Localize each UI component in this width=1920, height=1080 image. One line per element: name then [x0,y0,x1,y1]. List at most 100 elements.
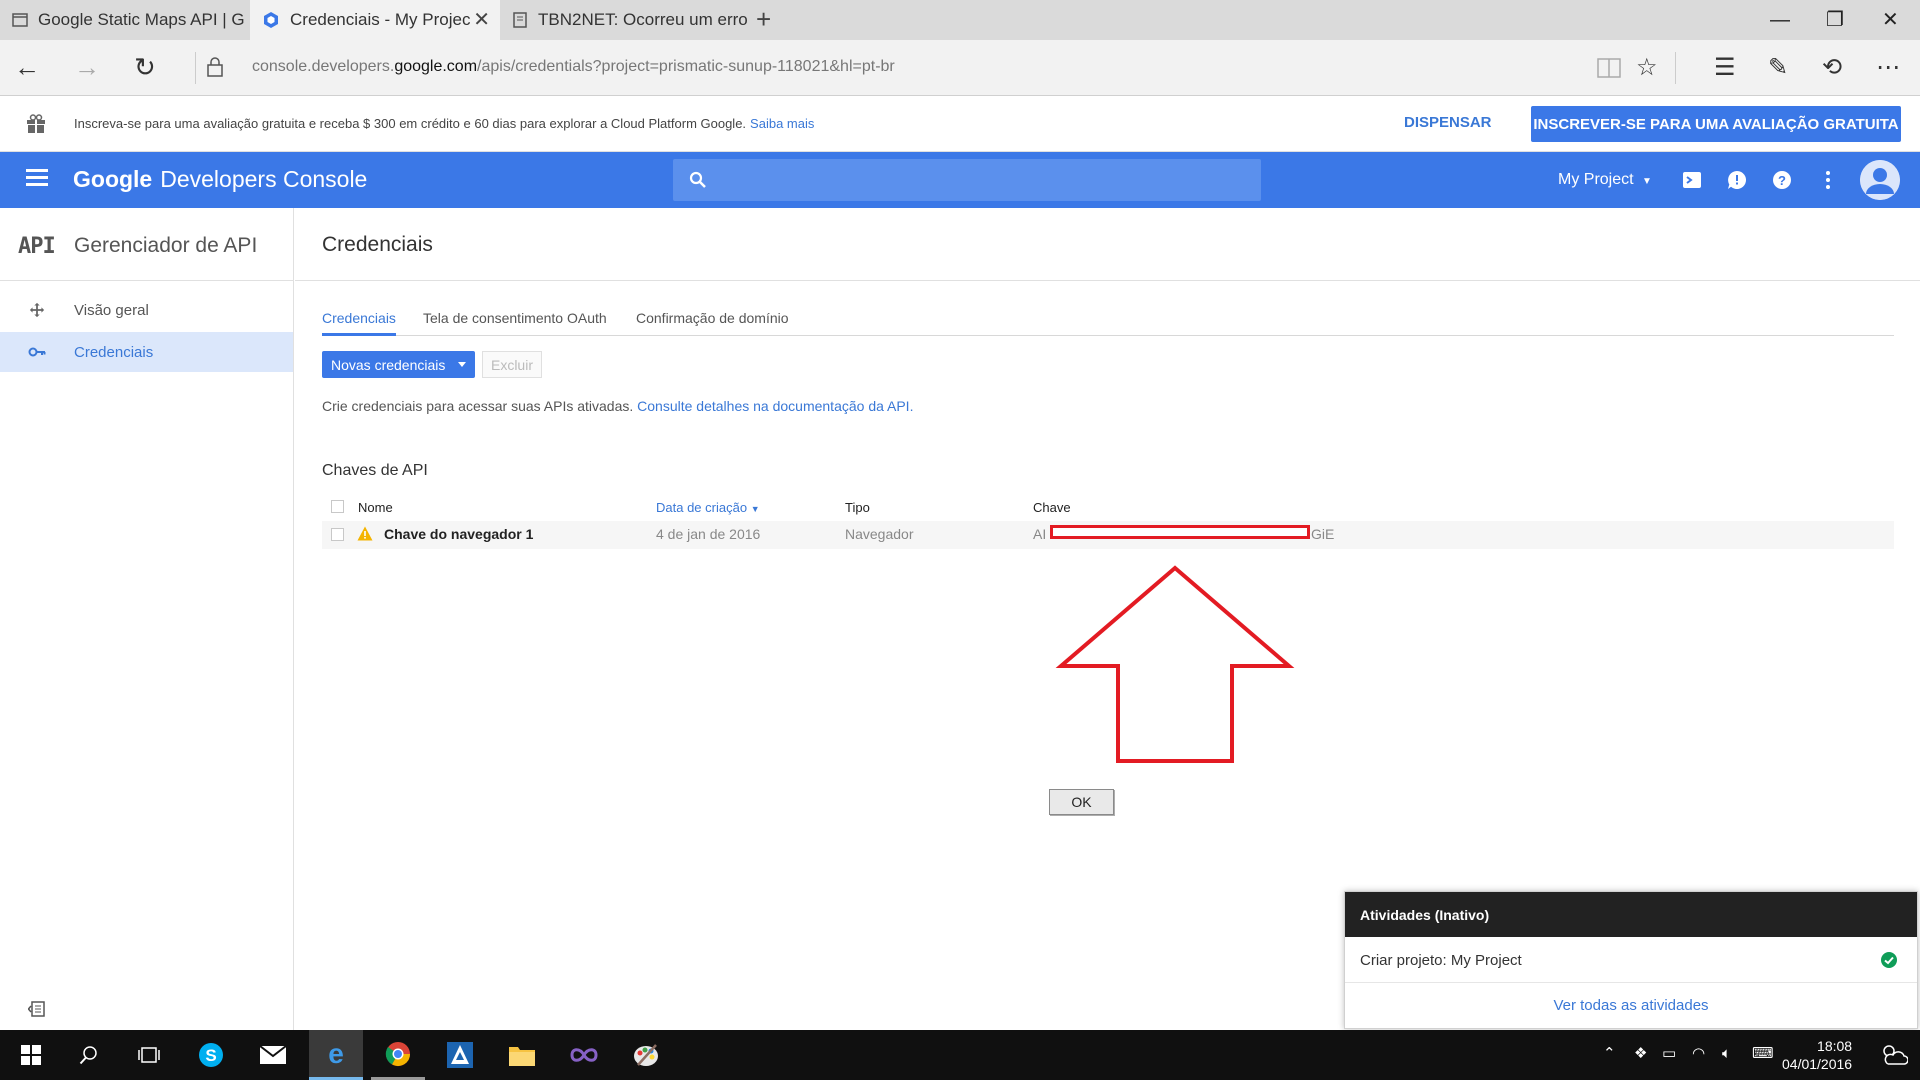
check-circle-icon [1881,952,1897,968]
sort-down-icon: ▼ [750,504,760,514]
url-prefix: console.developers. [252,58,395,75]
restore-icon[interactable]: ❐ [1826,8,1844,32]
documentation-link[interactable]: Consulte detalhes na documentação da API… [637,398,913,414]
column-header-type[interactable]: Tipo [845,500,870,515]
edge-browser-icon[interactable]: e [309,1030,363,1080]
share-icon[interactable]: ⟲ [1822,54,1842,82]
more-vert-icon[interactable] [1816,168,1840,192]
weather-notification-icon[interactable] [1880,1042,1908,1068]
web-note-icon[interactable]: ✎ [1768,54,1788,82]
collapse-sidebar-icon[interactable] [28,1000,46,1018]
sidebar-item-credentials[interactable]: Credenciais [0,332,293,372]
reading-view-icon[interactable] [1597,58,1621,78]
volume-icon[interactable]: 🔈︎ [1722,1044,1731,1064]
dismiss-button[interactable]: DISPENSAR [1404,114,1492,131]
battery-icon[interactable]: ▭ [1662,1044,1676,1064]
gift-icon [27,114,45,133]
api-logo: API [18,234,56,259]
sidebar-item-label: Visão geral [74,302,149,319]
ok-button[interactable]: OK [1049,789,1114,815]
delete-button[interactable]: Excluir [482,351,542,378]
help-text: Crie credenciais para acessar suas APIs … [322,398,913,414]
avatar[interactable] [1860,160,1900,200]
project-selector[interactable]: My Project ▼ [1558,171,1652,189]
column-header-name[interactable]: Nome [358,500,393,515]
console-brand[interactable]: Google Developers Console [73,166,367,193]
svg-text:S: S [205,1046,216,1065]
caret-down-icon [458,362,466,367]
page-icon [12,13,28,27]
more-icon[interactable]: ⋯ [1876,54,1900,82]
file-explorer-icon[interactable] [495,1030,549,1080]
favorite-star-icon[interactable]: ☆ [1636,54,1658,82]
wifi-icon[interactable]: ◠ [1692,1044,1705,1064]
help-icon[interactable]: ? [1770,168,1794,192]
learn-more-link[interactable]: Saiba mais [750,116,814,131]
sidebar-title: Gerenciador de API [74,234,258,257]
tab-title: TBN2NET: Ocorreu um erro [538,10,748,29]
dropbox-icon[interactable]: ❖ [1634,1044,1647,1064]
search-icon [689,171,706,188]
minimize-icon[interactable]: — [1770,8,1790,32]
key-name-link[interactable]: Chave do navegador 1 [384,526,533,542]
close-window-icon[interactable]: ✕ [1882,8,1899,32]
mail-icon[interactable] [246,1030,300,1080]
chevron-down-icon: ▼ [1642,176,1652,187]
cloud-shell-icon[interactable] [1680,168,1704,192]
feedback-icon[interactable] [1725,168,1749,192]
key-type: Navegador [845,526,914,542]
sidebar-item-label: Credenciais [74,344,154,361]
tab-oauth-consent[interactable]: Tela de consentimento OAuth [423,310,607,326]
sidebar: API Gerenciador de API Visão geral Crede… [0,208,294,1030]
close-tab-icon[interactable]: ✕ [473,10,490,30]
windows-start-icon[interactable] [4,1030,58,1080]
person-icon [1860,160,1900,200]
system-clock[interactable]: 18:08 04/01/2016 [1782,1037,1852,1073]
visual-studio-icon[interactable] [557,1030,611,1080]
tab-title: Credenciais - My Projec [290,10,470,29]
clock-time: 18:08 [1817,1038,1853,1054]
task-view-icon[interactable] [122,1030,176,1080]
search-icon[interactable] [62,1030,116,1080]
chrome-icon[interactable] [371,1030,425,1080]
brand-google: Google [73,166,153,192]
url-domain: google.com [394,58,478,75]
tab-credentials[interactable]: Credenciais [322,310,396,326]
browser-tab-strip: Google Static Maps API | G Credenciais -… [0,0,1920,40]
hexagon-icon [264,12,278,28]
clock-date: 04/01/2016 [1782,1056,1853,1072]
activities-title[interactable]: Atividades (Inativo) [1345,892,1917,937]
column-header-created[interactable]: Data de criação ▼ [656,500,760,515]
svg-text:e: e [328,1040,344,1068]
menu-icon[interactable] [26,169,48,187]
browser-tab-tbn2net[interactable]: TBN2NET: Ocorreu um erro [500,0,750,40]
keyboard-icon[interactable]: ⌨︎ [1752,1044,1774,1064]
paint-icon[interactable] [619,1030,673,1080]
row-checkbox[interactable] [331,528,344,541]
divider [0,280,294,281]
forward-icon[interactable]: → [74,52,100,82]
search-input[interactable] [673,159,1261,201]
browser-tab-credenciais[interactable]: Credenciais - My Projec ✕ [250,0,500,40]
new-tab-icon[interactable]: + [756,6,771,32]
key-created-date: 4 de jan de 2016 [656,526,761,542]
tab-domain-verification[interactable]: Confirmação de domínio [636,310,789,326]
azure-icon[interactable] [433,1030,487,1080]
hub-icon[interactable]: ☰ [1714,54,1736,82]
activities-panel: Atividades (Inativo) Criar projeto: My P… [1344,891,1918,1029]
new-credentials-button[interactable]: Novas credenciais [322,351,475,378]
refresh-icon[interactable]: ↻ [134,52,156,82]
signup-trial-button[interactable]: INSCREVER-SE PARA UMA AVALIAÇÃO GRATUITA [1531,106,1901,142]
project-name: My Project [1558,171,1634,188]
select-all-checkbox[interactable] [331,500,344,513]
show-hidden-icons-icon[interactable]: ⌃ [1603,1044,1616,1064]
sidebar-item-overview[interactable]: Visão geral [0,290,293,330]
column-header-key[interactable]: Chave [1033,500,1071,515]
url-path: /apis/credentials?project=prismatic-sunu… [477,58,895,75]
url-field[interactable]: console.developers.google.com/apis/crede… [252,58,895,76]
skype-icon[interactable]: S [184,1030,238,1080]
view-all-activities-link[interactable]: Ver todas as atividades [1345,997,1917,1014]
back-icon[interactable]: ← [14,52,40,82]
separator [1675,52,1676,84]
browser-tab-static-maps[interactable]: Google Static Maps API | G [0,0,250,40]
